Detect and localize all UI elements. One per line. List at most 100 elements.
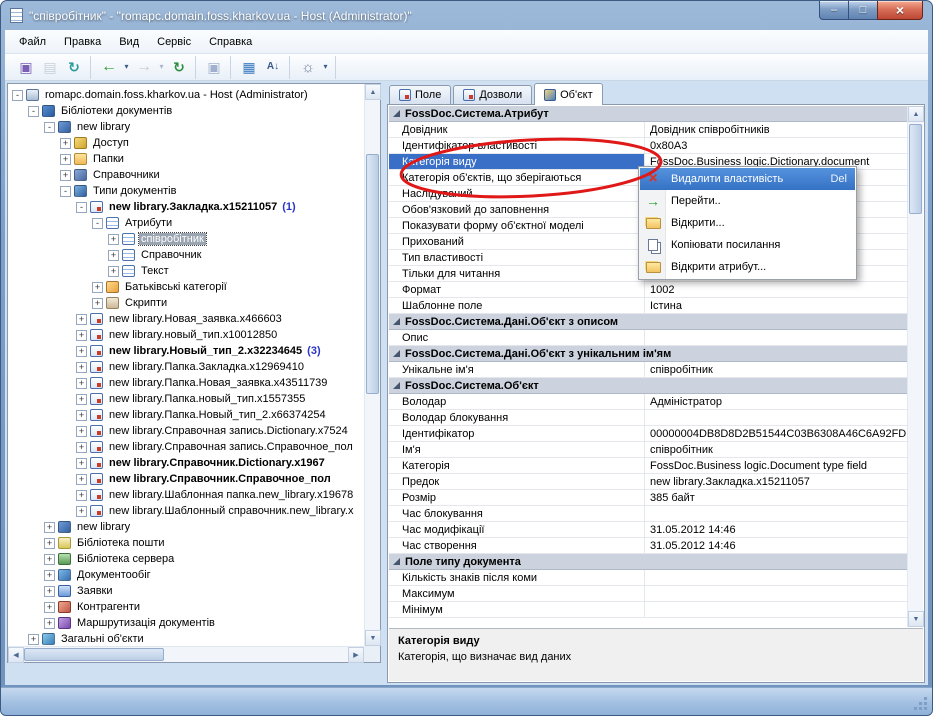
tree-expander[interactable] (108, 234, 119, 245)
tree-expander[interactable] (44, 538, 55, 549)
tree-item[interactable]: співробітник (9, 231, 363, 247)
context-menu-item[interactable]: Відкрити... (640, 212, 855, 234)
tree-expander[interactable] (44, 602, 55, 613)
property-row[interactable]: Час модифікації 31.05.2012 14:46 (389, 522, 907, 538)
close-button[interactable]: × (877, 1, 923, 20)
tree-item[interactable]: Документообіг (9, 567, 363, 583)
settings-gear-icon[interactable]: ☼ (296, 56, 320, 78)
tree-expander[interactable] (76, 378, 87, 389)
scroll-up-icon[interactable]: ▲ (365, 84, 381, 100)
tree-expander[interactable] (76, 202, 87, 213)
tree-expander[interactable] (108, 250, 119, 261)
menu-item[interactable]: Правка (55, 32, 110, 52)
tree-item[interactable]: Бібліотека пошти (9, 535, 363, 551)
grid-scrollbar-thumb[interactable] (909, 124, 922, 214)
console-window-icon[interactable]: ▣ (14, 56, 38, 78)
tree-item[interactable]: new library.Папка.Закладка.x12969410 (9, 359, 363, 375)
tree-expander[interactable] (44, 522, 55, 533)
tree-item[interactable]: Бібліотека сервера (9, 551, 363, 567)
menu-item[interactable]: Вид (110, 32, 148, 52)
tree-item[interactable]: new library.Шаблонная папка.new_library.… (9, 487, 363, 503)
property-row[interactable]: Володар блокування (389, 410, 907, 426)
copy-icon[interactable]: ▤ (38, 56, 62, 78)
tree-expander[interactable] (76, 314, 87, 325)
property-row[interactable]: Предок new library.Закладка.x15211057 (389, 474, 907, 490)
scroll-down-icon[interactable]: ▼ (365, 630, 381, 646)
property-row[interactable]: Розмір 385 байт (389, 490, 907, 506)
tree-item[interactable]: Скрипти (9, 295, 363, 311)
property-section-header[interactable]: FossDoc.Система.Атрибут (389, 106, 907, 122)
property-row[interactable]: Унікальне ім'я співробітник (389, 362, 907, 378)
tree-item[interactable]: Контрагенти (9, 599, 363, 615)
tree-expander[interactable] (44, 618, 55, 629)
tab[interactable]: Дозволи (453, 85, 532, 104)
titlebar[interactable]: "співробітник" - "romapc.domain.foss.kha… (1, 1, 932, 30)
tree-item[interactable]: Текст (9, 263, 363, 279)
back-icon[interactable]: ← (97, 56, 121, 78)
tree-expander[interactable] (76, 426, 87, 437)
tree-item[interactable]: new library.Справочник.Dictionary.x1967 (9, 455, 363, 471)
tree-item[interactable]: Загальні об'єкти (9, 631, 363, 645)
context-menu-item[interactable]: Відкрити атрибут... (640, 256, 855, 278)
context-menu-item[interactable]: Видалити властивість Del (640, 168, 855, 190)
scroll-left-icon[interactable]: ◀ (8, 647, 24, 663)
tree-item[interactable]: new library.Закладка.x15211057 (1) (9, 199, 363, 215)
tree-expander[interactable] (76, 458, 87, 469)
tree-expander[interactable] (76, 506, 87, 517)
tree-expander[interactable] (12, 90, 23, 101)
menu-item[interactable]: Сервіс (148, 32, 200, 52)
maximize-button[interactable]: □ (849, 1, 877, 20)
tree-expander[interactable] (108, 266, 119, 277)
sort-az-icon[interactable]: A↓ (261, 56, 285, 78)
menu-item[interactable]: Файл (10, 32, 55, 52)
property-row[interactable]: Опис (389, 330, 907, 346)
property-row[interactable]: Максимум (389, 586, 907, 602)
tree-item[interactable]: new library.новый_тип.x10012850 (9, 327, 363, 343)
tree-item[interactable]: Доступ (9, 135, 363, 151)
tree-expander[interactable] (44, 554, 55, 565)
tree-item[interactable]: Бібліотеки документів (9, 103, 363, 119)
property-row[interactable]: Довідник Довідник співробітників (389, 122, 907, 138)
grid-vertical-scrollbar[interactable]: ▲ ▼ (907, 106, 923, 627)
settings-caret-icon[interactable]: ▾ (320, 56, 331, 78)
tree-expander[interactable] (44, 586, 55, 597)
scroll-right-icon[interactable]: ▶ (348, 647, 364, 663)
tree-item[interactable]: new library.Новый_тип_2.x32234645 (3) (9, 343, 363, 359)
tree-expander[interactable] (60, 170, 71, 181)
tree-scrollbar-thumb[interactable] (366, 154, 379, 394)
tree-expander[interactable] (28, 634, 39, 645)
tree-expander[interactable] (44, 570, 55, 581)
property-row[interactable]: Мінімум (389, 602, 907, 618)
tree-item[interactable]: Батьківські категорії (9, 279, 363, 295)
scroll-down-icon[interactable]: ▼ (908, 611, 924, 627)
tree-expander[interactable] (76, 442, 87, 453)
property-section-header[interactable]: FossDoc.Система.Об'єкт (389, 378, 907, 394)
tree-item[interactable]: new library.Папка.Новая_заявка.x43511739 (9, 375, 363, 391)
back-caret-icon[interactable]: ▾ (121, 56, 132, 78)
tree-expander[interactable] (60, 138, 71, 149)
tree-item[interactable]: Типи документів (9, 183, 363, 199)
forward-caret-icon[interactable]: ▾ (156, 56, 167, 78)
tree-expander[interactable] (92, 218, 103, 229)
tree-item[interactable]: Заявки (9, 583, 363, 599)
property-row[interactable]: Категорія FossDoc.Business logic.Documen… (389, 458, 907, 474)
sync-icon[interactable]: ↻ (62, 56, 86, 78)
tree-item[interactable]: new library (9, 119, 363, 135)
context-menu-item[interactable]: Копіювати посилання (640, 234, 855, 256)
tree-expander[interactable] (28, 106, 39, 117)
tree-item[interactable]: new library.Шаблонный справочник.new_lib… (9, 503, 363, 519)
tree-expander[interactable] (76, 474, 87, 485)
tree-item[interactable]: new library.Новая_заявка.x466603 (9, 311, 363, 327)
tree-expander[interactable] (60, 154, 71, 165)
scroll-up-icon[interactable]: ▲ (908, 106, 924, 122)
property-row[interactable]: Володар Адміністратор (389, 394, 907, 410)
context-menu-item[interactable]: Перейти.. (640, 190, 855, 212)
property-row[interactable]: Формат 1002 (389, 282, 907, 298)
save-icon[interactable]: ▣ (202, 56, 226, 78)
property-section-header[interactable]: FossDoc.Система.Дані.Об'єкт з унікальним… (389, 346, 907, 362)
property-section-header[interactable]: FossDoc.Система.Дані.Об'єкт з описом (389, 314, 907, 330)
resize-grip[interactable] (915, 698, 928, 711)
tree-horizontal-scrollbar[interactable]: ◀ ▶ (8, 646, 364, 662)
property-section-header[interactable]: Поле типу документа (389, 554, 907, 570)
property-row[interactable]: Шаблонне поле Істина (389, 298, 907, 314)
